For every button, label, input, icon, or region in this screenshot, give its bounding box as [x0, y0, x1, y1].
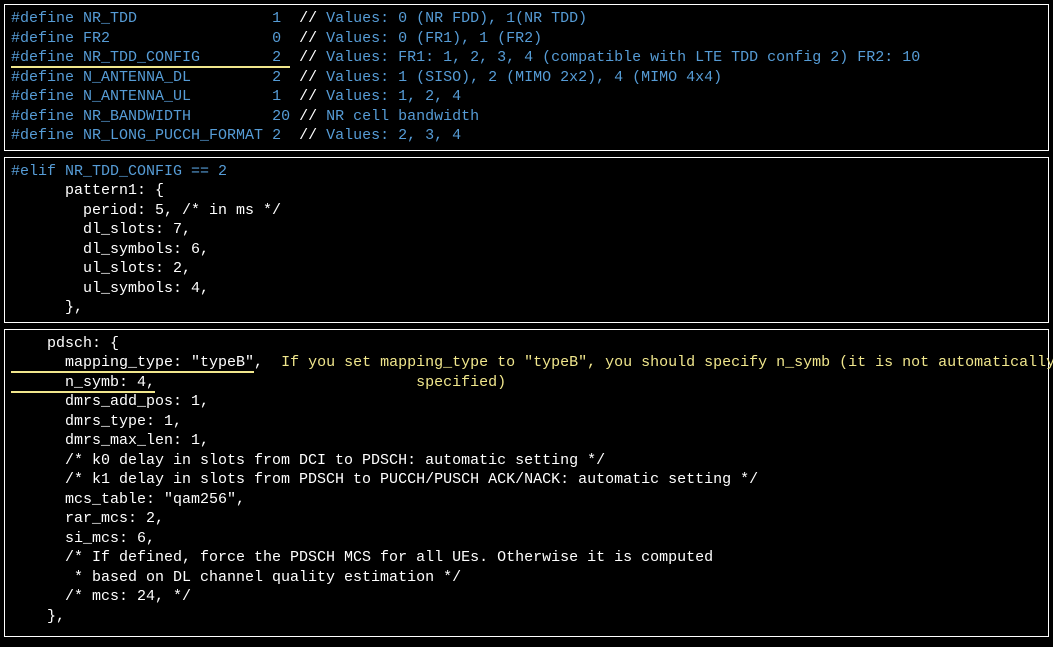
macro-value: 20: [272, 108, 290, 125]
pdsch-open: pdsch: {: [11, 334, 1042, 354]
elif-keyword: #elif: [11, 163, 56, 180]
block3-close: },: [11, 607, 1042, 627]
comma1: ,: [254, 354, 281, 371]
define-keyword: #define: [11, 88, 74, 105]
dmrs-type: dmrs_type: 1,: [11, 412, 1042, 432]
comment-slash: //: [299, 88, 317, 105]
macro-value: 2: [272, 127, 290, 144]
define-line-4: #define N_ANTENNA_UL 1 // Values: 1, 2, …: [11, 87, 1042, 107]
n-symb-line: n_symb: 4,: [11, 374, 155, 393]
comment-text: Values: 0 (FR1), 1 (FR2): [317, 30, 542, 47]
comment-text: Values: 1, 2, 4: [317, 88, 461, 105]
dmrs-add-pos: dmrs_add_pos: 1,: [11, 392, 1042, 412]
comment-slash: //: [299, 127, 317, 144]
ul-slots-line: ul_slots: 2,: [11, 259, 1042, 279]
comment-slash: //: [299, 49, 317, 66]
rar-mcs: rar_mcs: 2,: [11, 509, 1042, 529]
define-keyword: #define: [11, 49, 74, 66]
macro-name: FR2: [83, 30, 272, 47]
define-keyword: #define: [11, 127, 74, 144]
comment-slash: //: [299, 10, 317, 27]
mcs-comment: /* mcs: 24, */: [11, 587, 1042, 607]
macro-name: NR_LONG_PUCCH_FORMAT: [83, 127, 272, 144]
period-comment: /* in ms */: [173, 202, 281, 219]
comment-slash: //: [299, 69, 317, 86]
if-defined-comment2: * based on DL channel quality estimation…: [11, 568, 1042, 588]
macro-value: 2: [272, 69, 290, 86]
pdsch-block: pdsch: { mapping_type: "typeB", If you s…: [4, 329, 1049, 638]
block2-close: },: [11, 298, 1042, 318]
define-line-3: #define N_ANTENNA_DL 2 // Values: 1 (SIS…: [11, 68, 1042, 88]
period-line: period: 5,: [11, 202, 173, 219]
macro-name: NR_TDD_CONFIG: [83, 49, 272, 66]
define-line-6: #define NR_LONG_PUCCH_FORMAT 2 // Values…: [11, 126, 1042, 146]
comment-text: Values: 0 (NR FDD), 1(NR TDD): [317, 10, 587, 27]
if-defined-comment1: /* If defined, force the PDSCH MCS for a…: [11, 548, 1042, 568]
macro-name: N_ANTENNA_DL: [83, 69, 272, 86]
dl-symbols-line: dl_symbols: 6,: [11, 240, 1042, 260]
annotation-line2: specified): [155, 374, 506, 391]
dmrs-max-len: dmrs_max_len: 1,: [11, 431, 1042, 451]
macro-value: 2: [272, 49, 290, 66]
macro-name: NR_BANDWIDTH: [83, 108, 272, 125]
define-keyword: #define: [11, 30, 74, 47]
elif-block: #elif NR_TDD_CONFIG == 2 pattern1: { per…: [4, 157, 1049, 323]
macro-value: 1: [272, 88, 290, 105]
define-keyword: #define: [11, 69, 74, 86]
comma2: ,: [236, 491, 245, 508]
macro-value: 0: [272, 30, 290, 47]
define-line-1: #define FR2 0 // Values: 0 (FR1), 1 (FR2…: [11, 29, 1042, 49]
si-mcs: si_mcs: 6,: [11, 529, 1042, 549]
macro-name: N_ANTENNA_UL: [83, 88, 272, 105]
elif-condition: NR_TDD_CONFIG == 2: [65, 163, 227, 180]
annotation-line1: If you set mapping_type to "typeB", you …: [281, 354, 1053, 371]
comment-text: NR cell bandwidth: [317, 108, 479, 125]
comment-text: Values: 1 (SISO), 2 (MIMO 2x2), 4 (MIMO …: [317, 69, 722, 86]
macro-value: 1: [272, 10, 290, 27]
ul-symbols-line: ul_symbols: 4,: [11, 279, 1042, 299]
k1-comment: /* k1 delay in slots from PDSCH to PUCCH…: [11, 470, 1042, 490]
comment-slash: //: [299, 108, 317, 125]
comment-slash: //: [299, 30, 317, 47]
define-keyword: #define: [11, 108, 74, 125]
comment-text: Values: FR1: 1, 2, 3, 4 (compatible with…: [317, 49, 920, 66]
pattern1-line: pattern1: {: [11, 181, 1042, 201]
mapping-type-label: mapping_type:: [11, 354, 191, 373]
comment-text: Values: 2, 3, 4: [317, 127, 461, 144]
k0-comment: /* k0 delay in slots from DCI to PDSCH: …: [11, 451, 1042, 471]
define-line-2: #define NR_TDD_CONFIG 2 // Values: FR1: …: [11, 48, 1042, 68]
dl-slots-line: dl_slots: 7,: [11, 220, 1042, 240]
mapping-type-value: "typeB": [191, 354, 254, 373]
define-line-5: #define NR_BANDWIDTH 20 // NR cell bandw…: [11, 107, 1042, 127]
define-keyword: #define: [11, 10, 74, 27]
mcs-table-label: mcs_table:: [11, 491, 164, 508]
mcs-table-value: "qam256": [164, 491, 236, 508]
define-line-0: #define NR_TDD 1 // Values: 0 (NR FDD), …: [11, 9, 1042, 29]
macro-name: NR_TDD: [83, 10, 272, 27]
define-block: #define NR_TDD 1 // Values: 0 (NR FDD), …: [4, 4, 1049, 151]
